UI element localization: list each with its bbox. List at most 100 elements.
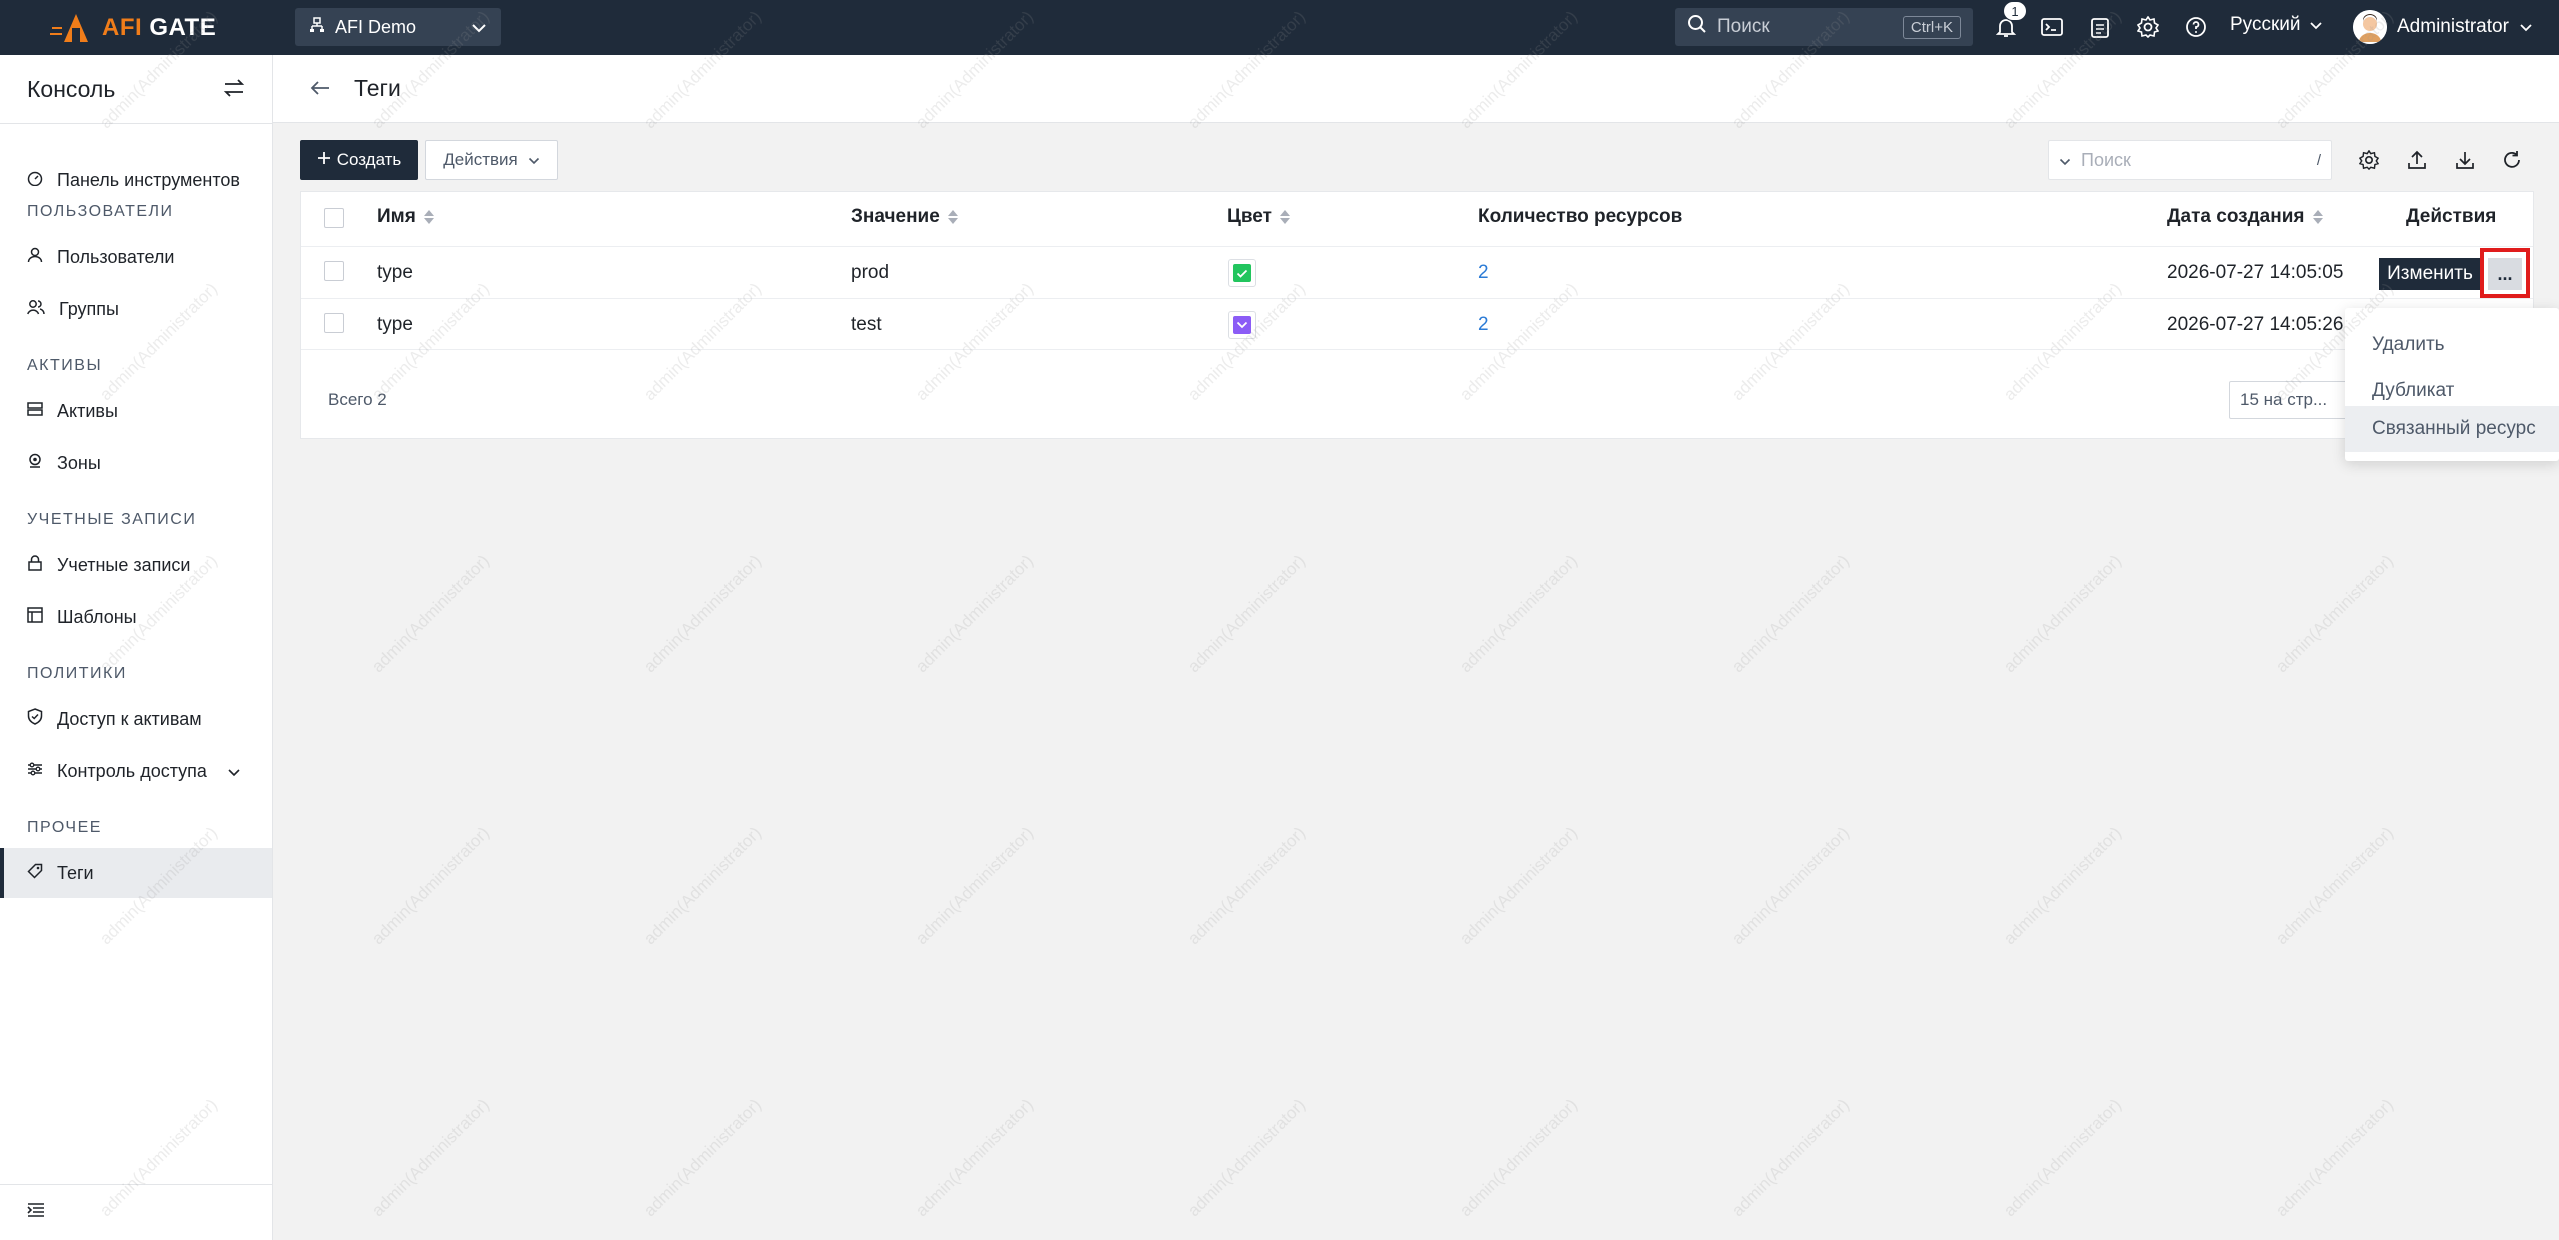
column-header-label: Имя [377, 206, 416, 227]
watermark-text: admin(Administrator) [1728, 551, 1854, 677]
row-checkbox[interactable] [324, 261, 344, 281]
app-logo[interactable]: AFI GATE [50, 10, 216, 46]
watermark-text: admin(Administrator) [1728, 1095, 1854, 1221]
sidebar-item-label: Пользователи [57, 246, 175, 267]
sidebar-item-groups[interactable]: Группы [0, 284, 272, 334]
sidebar-footer [0, 1184, 272, 1240]
lock-icon [27, 554, 43, 576]
watermark-text: admin(Administrator) [2000, 823, 2126, 949]
sidebar-item-asset-access[interactable]: Доступ к активам [0, 694, 272, 744]
clipboard-icon [2091, 18, 2109, 38]
sidebar-header: Консоль [0, 55, 272, 124]
sort-icon [2312, 210, 2323, 224]
page-size-select[interactable]: 15 на стр... [2229, 381, 2349, 419]
tag-icon [27, 863, 43, 884]
watermark-text: admin(Administrator) [368, 551, 494, 677]
top-navigation-bar: AFI GATE AFI Demo Поиск Ctrl+K 1 Русский [0, 0, 2559, 55]
user-menu[interactable]: Administrator [2353, 10, 2533, 44]
edit-button[interactable]: Изменить [2379, 258, 2481, 290]
watermark-text: admin(Administrator) [2272, 1095, 2398, 1221]
row-checkbox[interactable] [324, 313, 344, 333]
sidebar-item-label: Панель инструментов [57, 169, 240, 190]
column-header-created[interactable]: Дата создания [2167, 206, 2323, 228]
watermark-text: admin(Administrator) [1456, 823, 1582, 949]
resource-count-link[interactable]: 2 [1478, 262, 1489, 284]
watermark-text: admin(Administrator) [1184, 823, 1310, 949]
column-header-value[interactable]: Значение [851, 206, 958, 228]
organization-selector[interactable]: AFI Demo [295, 8, 501, 46]
help-button[interactable] [2183, 14, 2209, 40]
column-header-name[interactable]: Имя [377, 206, 434, 228]
watermark-text: admin(Administrator) [368, 823, 494, 949]
switch-view-icon[interactable] [223, 76, 245, 103]
page-header: Теги [273, 55, 2559, 123]
select-all-checkbox[interactable] [324, 208, 344, 228]
menu-item-related-resource[interactable]: Связанный ресурс [2345, 406, 2559, 452]
export-button[interactable] [2404, 147, 2430, 173]
sidebar-item-label: Доступ к активам [57, 708, 202, 729]
sidebar-item-users[interactable]: Пользователи [0, 232, 272, 282]
sidebar-item-accounts[interactable]: Учетные записи [0, 540, 272, 590]
sidebar-title: Консоль [27, 75, 116, 102]
watermark-text: admin(Administrator) [1728, 823, 1854, 949]
sort-icon [947, 210, 958, 224]
more-actions-menu: Удалить Дубликат Связанный ресурс [2345, 308, 2559, 461]
more-actions-button[interactable]: ... [2488, 258, 2522, 290]
sidebar-item-access-control[interactable]: Контроль доступа [0, 746, 272, 796]
global-search[interactable]: Поиск Ctrl+K [1675, 8, 1973, 46]
watermark-text: admin(Administrator) [912, 551, 1038, 677]
actions-dropdown-button[interactable]: Действия [425, 140, 558, 180]
sidebar-item-label: Учетные записи [57, 554, 191, 575]
column-header-label: Значение [851, 206, 940, 227]
watermark-text: admin(Administrator) [640, 551, 766, 677]
total-count: Всего 2 [328, 390, 387, 409]
refresh-button[interactable] [2499, 147, 2525, 173]
watermark-text: admin(Administrator) [2000, 1095, 2126, 1221]
collapse-sidebar-icon[interactable] [27, 1202, 45, 1223]
create-button[interactable]: Создать [300, 140, 418, 180]
chevron-down-icon [2059, 150, 2071, 171]
terminal-button[interactable] [2039, 14, 2065, 40]
actions-button-label: Действия [443, 150, 518, 169]
sidebar-item-dashboard[interactable]: Панель инструментов [0, 155, 272, 205]
column-header-color[interactable]: Цвет [1227, 206, 1290, 228]
created-date-cell: 2026-07-27 14:05:05 [2167, 262, 2344, 283]
back-arrow-icon[interactable] [310, 75, 330, 102]
tag-value-cell: prod [851, 262, 890, 283]
watermark-text: admin(Administrator) [640, 823, 766, 949]
language-selector[interactable]: Русский [2230, 14, 2323, 36]
table-search-input[interactable]: Поиск / [2048, 140, 2332, 180]
watermark-text: admin(Administrator) [1456, 1095, 1582, 1221]
created-date-cell: 2026-07-27 14:05:26 [2167, 314, 2344, 335]
table-search-placeholder: Поиск [2081, 149, 2131, 170]
settings-button[interactable] [2135, 14, 2161, 40]
sort-icon [1279, 210, 1290, 224]
sidebar-item-templates[interactable]: Шаблоны [0, 592, 272, 642]
table-row-divider [301, 298, 2533, 299]
sidebar-item-tags[interactable]: Теги [0, 848, 272, 898]
page-title: Теги [354, 75, 401, 101]
import-button[interactable] [2452, 147, 2478, 173]
dashboard-icon [27, 170, 43, 191]
tag-name-cell: type [377, 262, 413, 283]
sidebar-item-assets[interactable]: Активы [0, 386, 272, 436]
watermark-text: admin(Administrator) [912, 823, 1038, 949]
sidebar-item-label: Теги [57, 862, 94, 883]
location-icon [27, 453, 43, 474]
check-icon [1233, 264, 1251, 282]
table-settings-button[interactable] [2356, 147, 2382, 173]
refresh-icon [2504, 151, 2520, 168]
global-search-placeholder: Поиск [1717, 16, 1770, 37]
resource-count-link[interactable]: 2 [1478, 314, 1489, 336]
upload-icon [2408, 150, 2426, 169]
sidebar-item-zones[interactable]: Зоны [0, 438, 272, 488]
watermark-text: admin(Administrator) [640, 1095, 766, 1221]
table-divider [301, 246, 2533, 247]
watermark-text: admin(Administrator) [2000, 551, 2126, 677]
user-name: Administrator [2397, 16, 2509, 37]
tickets-button[interactable] [2087, 14, 2113, 40]
search-icon [1687, 14, 1707, 40]
chevron-down-icon [2519, 16, 2533, 38]
column-header-label: Количество ресурсов [1478, 206, 1683, 227]
menu-item-delete[interactable]: Удалить [2345, 322, 2559, 368]
